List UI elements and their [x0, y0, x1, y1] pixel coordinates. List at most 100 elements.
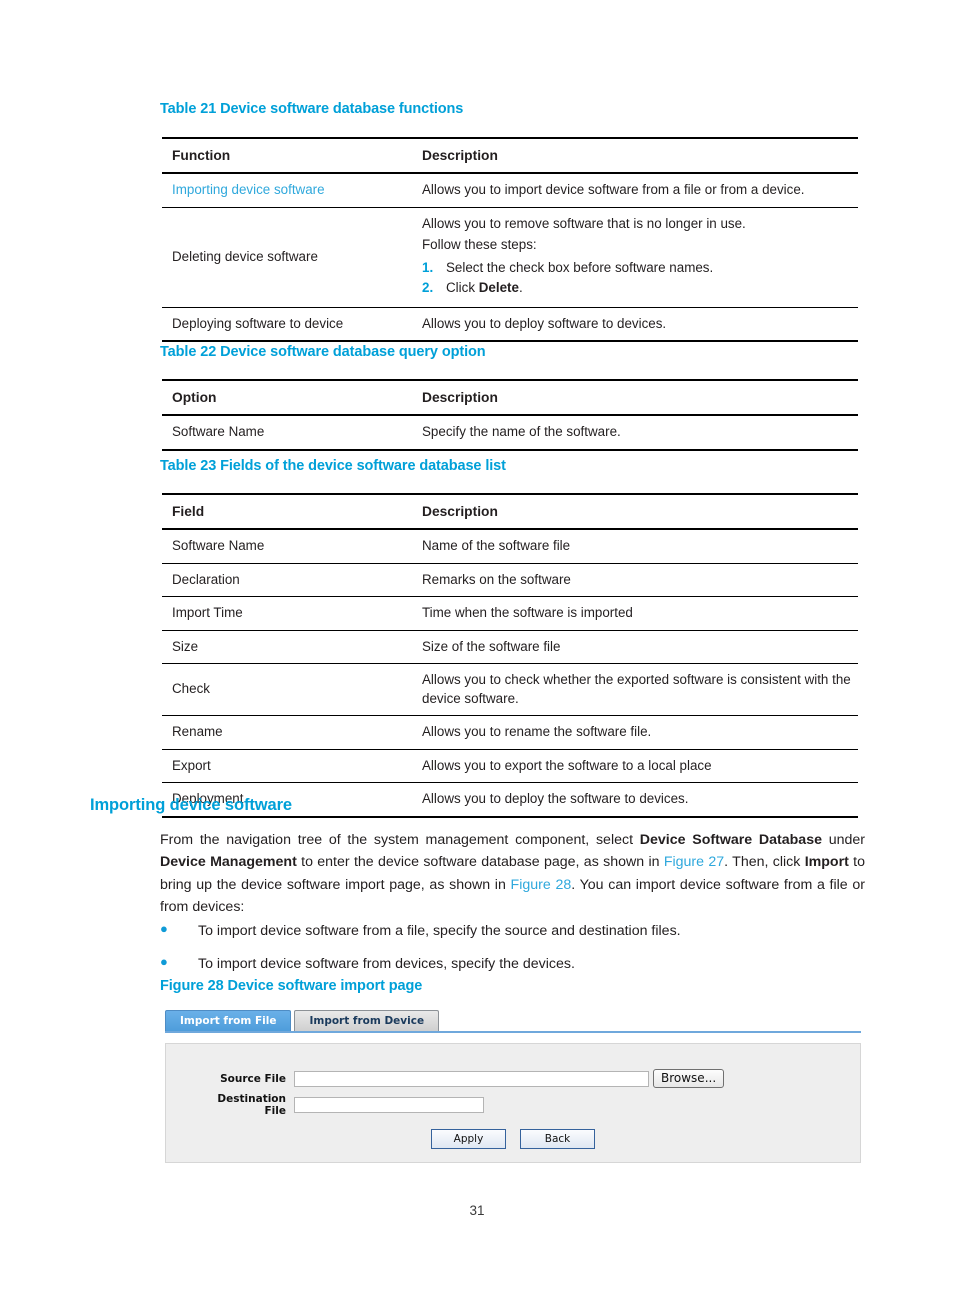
bullet-text: To import device software from a file, s… — [198, 923, 681, 939]
table-row: Function Description — [162, 138, 858, 173]
table-23-cell-description-7: Allows you to export the software to a l… — [422, 757, 712, 773]
table-23-cell-description-1: Name of the software file — [422, 538, 571, 554]
bullet-icon: ● — [160, 954, 168, 969]
table-23-cell-description-8: Allows you to deploy the software to dev… — [422, 791, 689, 807]
destination-file-label: Destination File — [217, 1093, 286, 1117]
table-23-cell-description-5: Allows you to check whether the exported… — [422, 672, 851, 706]
follow-steps-label: Follow these steps: — [422, 237, 537, 253]
step-text-pre: Click — [446, 280, 479, 296]
tab-import-from-device[interactable]: Import from Device — [294, 1010, 440, 1031]
tab-import-from-file[interactable]: Import from File — [165, 1010, 292, 1031]
table-row: Declaration Remarks on the software — [162, 563, 858, 597]
device-software-database-term: Device Software Database — [639, 832, 822, 848]
table-21-header-description: Description — [422, 148, 498, 163]
table-21-cell-function-2: Deleting device software — [172, 248, 318, 264]
table-22-header-option: Option — [172, 390, 217, 405]
table-23-cell-field-3: Import Time — [172, 605, 243, 621]
table-row: Option Description — [162, 380, 858, 415]
step-text: Select the check box before software nam… — [446, 259, 714, 275]
table-21-cell-description-3: Allows you to deploy software to devices… — [422, 315, 667, 331]
table-row: Deleting device software Allows you to r… — [162, 207, 858, 308]
table-23-cell-field-2: Declaration — [172, 571, 240, 587]
table-23-cell-field-1: Software Name — [172, 538, 265, 554]
source-file-input[interactable] — [294, 1070, 649, 1087]
table-row: Deploying software to device Allows you … — [162, 307, 858, 341]
figure-28-caption: Figure 28 Device software import page — [160, 978, 423, 994]
list-item: ● To import device software from a file,… — [160, 920, 865, 942]
figure-28-link[interactable]: Figure 28 — [511, 877, 572, 893]
table-23-cell-description-4: Size of the software file — [422, 638, 561, 654]
table-23-caption: Table 23 Fields of the device software d… — [160, 458, 506, 474]
device-management-term: Device Management — [160, 854, 297, 871]
table-22: Option Description Software Name Specify… — [162, 379, 858, 451]
import-form-panel: Source File Browse... Destination File A… — [165, 1043, 861, 1163]
source-file-row: Source File Browse... — [194, 1069, 725, 1088]
table-23-cell-field-6: Rename — [172, 724, 223, 740]
delete-button-mention: Delete — [478, 280, 519, 296]
para-text-4: . Then, click — [724, 854, 805, 871]
table-22-caption: Table 22 Device software database query … — [160, 344, 486, 360]
table-23-head: Field Description — [162, 494, 858, 530]
table-23-cell-description-3: Time when the software is imported — [422, 605, 633, 621]
remove-software-intro: Allows you to remove software that is no… — [422, 215, 746, 231]
table-23-cell-description-6: Allows you to rename the software file. — [422, 724, 652, 740]
step-number: 1. — [422, 259, 434, 275]
table-22-cell-option-1: Software Name — [172, 424, 265, 440]
table-21-caption: Table 21 Device software database functi… — [160, 101, 464, 117]
table-22-body: Software Name Specify the name of the so… — [162, 415, 858, 450]
table-21-body: Importing device software Allows you to … — [162, 173, 858, 342]
form-actions: Apply Back — [166, 1129, 860, 1149]
apply-button[interactable]: Apply — [431, 1129, 506, 1149]
back-button[interactable]: Back — [520, 1129, 595, 1149]
tab-bar: Import from File Import from Device — [165, 1008, 861, 1033]
table-row: Software Name Specify the name of the so… — [162, 415, 858, 450]
table-22-cell-description-1: Specify the name of the software. — [422, 424, 621, 440]
table-row: Export Allows you to export the software… — [162, 749, 858, 783]
table-row: Software Name Name of the software file — [162, 529, 858, 564]
table-21-cell-description-2: Allows you to remove software that is no… — [412, 207, 858, 307]
table-row: Size Size of the software file — [162, 630, 858, 664]
page-title: Importing device software — [90, 796, 292, 814]
table-21-header-function: Function — [172, 148, 231, 163]
table-row: Import Time Time when the software is im… — [162, 597, 858, 631]
table-row: Check Allows you to check whether the ex… — [162, 664, 858, 716]
table-23: Field Description Software Name Name of … — [162, 493, 858, 818]
table-row: Field Description — [162, 494, 858, 529]
list-item: ● To import device software from devices… — [160, 953, 865, 975]
page-number: 31 — [469, 1203, 485, 1218]
table-21-cell-description-1: Allows you to import device software fro… — [422, 182, 805, 198]
table-23-body: Software Name Name of the software file … — [162, 529, 858, 817]
table-23-cell-field-7: Export — [172, 757, 211, 773]
import-term: Import — [804, 854, 849, 871]
table-21-cell-function-1[interactable]: Importing device software — [162, 173, 412, 207]
table-22-head: Option Description — [162, 380, 858, 416]
step-number: 2. — [422, 280, 434, 296]
destination-file-input[interactable] — [294, 1097, 484, 1113]
para-text-3: to enter the device software database pa… — [296, 854, 664, 871]
para-text-2: under — [821, 832, 866, 848]
table-23-cell-field-4: Size — [172, 638, 199, 654]
step-text: Click Delete. — [446, 279, 854, 298]
table-22-header-description: Description — [422, 390, 498, 405]
table-21: Function Description Importing device so… — [162, 137, 858, 342]
list-item: 1. Select the check box before software … — [422, 259, 854, 278]
step-text-post: . — [518, 280, 523, 296]
document-page: Table 21 Device software database functi… — [0, 0, 954, 1296]
table-23-cell-field-5: Check — [172, 681, 210, 697]
destination-file-row: Destination File — [194, 1093, 484, 1117]
table-row: Rename Allows you to rename the software… — [162, 716, 858, 750]
table-23-cell-description-2: Remarks on the software — [422, 571, 571, 587]
bullet-icon: ● — [160, 921, 168, 936]
table-21-cell-function-3: Deploying software to device — [172, 315, 344, 331]
browse-button[interactable]: Browse... — [653, 1069, 725, 1088]
table-23-header-field: Field — [172, 504, 205, 519]
figure-28-screenshot: Import from File Import from Device Sour… — [165, 1008, 861, 1163]
table-21-head: Function Description — [162, 138, 858, 174]
table-row: Importing device software Allows you to … — [162, 173, 858, 208]
source-file-label: Source File — [220, 1072, 286, 1085]
section-paragraph: From the navigation tree of the system m… — [160, 829, 865, 919]
list-item: 2. Click Delete. — [422, 279, 854, 298]
bullet-text: To import device software from devices, … — [198, 956, 575, 972]
para-text-1: From the navigation tree of the system m… — [160, 832, 640, 848]
figure-27-link[interactable]: Figure 27 — [664, 854, 724, 870]
